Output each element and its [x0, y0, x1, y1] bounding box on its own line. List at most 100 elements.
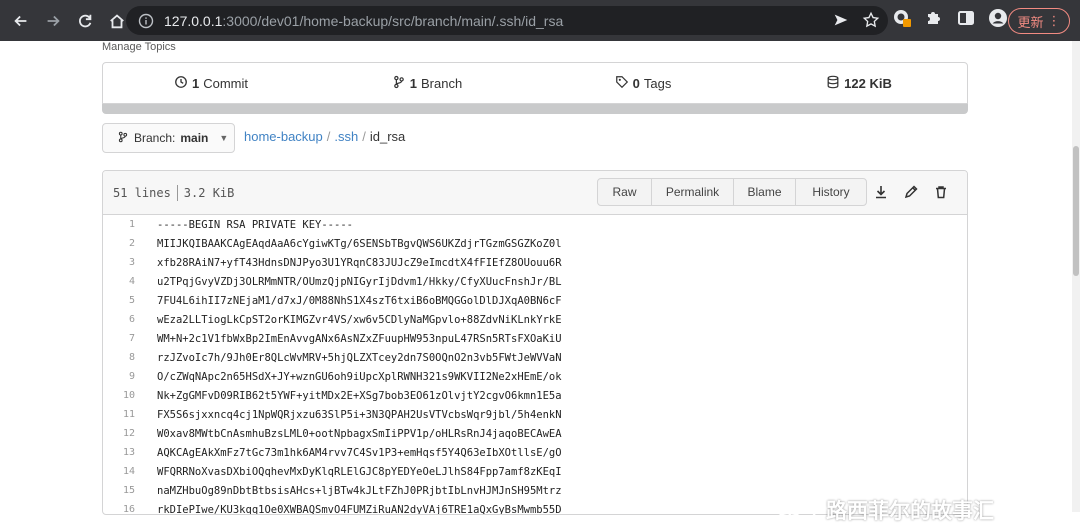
- bookmark-star-icon[interactable]: [862, 11, 880, 32]
- code-line: 4 u2TPqjGvyVZDj3OLRMmNTR/OUmzQjpNIGyrIjDd…: [103, 272, 967, 291]
- breadcrumb-separator: /: [362, 129, 366, 144]
- permalink-button[interactable]: Permalink: [652, 179, 734, 205]
- repo-size: 122 KiB: [844, 75, 892, 91]
- delete-trash-icon[interactable]: [933, 184, 949, 205]
- file-actions: [873, 184, 949, 205]
- breadcrumb-repo[interactable]: home-backup: [244, 129, 323, 144]
- language-stats-bar[interactable]: [102, 104, 968, 114]
- line-content: MIIJKQIBAAKCAgEAqdAaA6cYgiwKTg/6SENSbTBg…: [157, 237, 562, 250]
- manage-topics-link[interactable]: Manage Topics: [102, 41, 176, 53]
- line-content: O/cZWqNApc2n65HSdX+JY+wznGU6oh9iUpcXplRW…: [157, 370, 562, 383]
- repo-page: Manage Topics 1 Commit 1 Branch 0 Tags 1…: [0, 41, 1080, 523]
- forward-icon[interactable]: [38, 6, 68, 36]
- line-number[interactable]: 11: [103, 409, 135, 420]
- breadcrumb-separator: /: [326, 129, 331, 144]
- profile-avatar-icon[interactable]: [988, 8, 1008, 33]
- meta-divider: [176, 184, 178, 201]
- git-branch-icon: [117, 131, 129, 146]
- code-line: 7 WM+N+2c1V1fbWxBp2ImEnAvvgANx6AsNZxZFuup…: [103, 329, 967, 348]
- line-number[interactable]: 8: [103, 352, 135, 363]
- reload-icon[interactable]: [70, 6, 100, 36]
- file-size: 3.2 KiB: [183, 185, 235, 200]
- branches-stat[interactable]: 1 Branch: [319, 75, 535, 92]
- tags-count: 0: [632, 75, 640, 91]
- line-content: W0xav8MWtbCnAsmhuBzsLML0+ootNpbagxSmIiPP…: [157, 427, 562, 440]
- line-number[interactable]: 2: [103, 238, 135, 249]
- line-number[interactable]: 4: [103, 276, 135, 287]
- line-content: WM+N+2c1V1fbWxBp2ImEnAvvgANx6AsNZxZFuupH…: [157, 332, 562, 345]
- line-content: xfb28RAiN7+yfT43HdnsDNJPyo3U1YRqnC83JUJc…: [157, 256, 562, 269]
- update-button[interactable]: 更新 ⋮: [1008, 8, 1070, 34]
- dropdown-caret-icon: ▼: [219, 133, 229, 143]
- code-line: 12 W0xav8MWtbCnAsmhuBzsLML0+ootNpbagxSmIi…: [103, 424, 967, 443]
- tags-stat[interactable]: 0 Tags: [535, 75, 751, 92]
- breadcrumb-file: id_rsa: [369, 129, 406, 144]
- tag-icon: [615, 75, 629, 92]
- code-line: 13 AQKCAgEAkXmFz7tGc73m1hk6AM4rvv7C4Sv1P3…: [103, 443, 967, 462]
- line-number[interactable]: 14: [103, 466, 135, 477]
- repo-stats-bar: 1 Commit 1 Branch 0 Tags 122 KiB: [102, 62, 968, 104]
- browser-toolbar: 127.0.0.1:3000/dev01/home-backup/src/bra…: [0, 0, 1080, 41]
- database-icon: [826, 75, 840, 92]
- code-line: 5 7FU4L6ihII7zNEjaM1/d7xJ/0M88NhS1X4szT6t…: [103, 291, 967, 310]
- line-content: rzJZvoIc7h/9Jh0Er8QLcWvMRV+5hjQLZXTcey2d…: [157, 351, 562, 364]
- puzzle-extensions-icon[interactable]: [924, 8, 944, 33]
- file-button-group: Raw Permalink Blame History: [597, 178, 867, 206]
- branch-prefix: Branch:: [134, 131, 176, 145]
- address-bar[interactable]: 127.0.0.1:3000/dev01/home-backup/src/bra…: [126, 6, 888, 35]
- branch-name: main: [180, 131, 209, 145]
- line-content: wEza2LLTiogLkCpST2orKIMGZvr4VS/xw6v5CDly…: [157, 313, 562, 326]
- code-line: 3 xfb28RAiN7+yfT43HdnsDNJPyo3U1YRqnC83JUJ…: [103, 253, 967, 272]
- back-icon[interactable]: [6, 6, 36, 36]
- commits-label: Commit: [203, 75, 248, 91]
- line-number[interactable]: 15: [103, 485, 135, 496]
- blame-button[interactable]: Blame: [734, 179, 796, 205]
- size-stat: 122 KiB: [751, 75, 967, 92]
- page-scrollbar[interactable]: [1072, 41, 1080, 512]
- line-content: 7FU4L6ihII7zNEjaM1/d7xJ/0M88NhS1X4szT6tx…: [157, 294, 562, 307]
- site-info-icon[interactable]: [138, 13, 154, 29]
- line-number[interactable]: 3: [103, 257, 135, 268]
- extension-icon[interactable]: [892, 8, 912, 33]
- more-vert-icon: ⋮: [1047, 13, 1061, 28]
- wechat-icon: [770, 489, 820, 531]
- file-header: 51 lines 3.2 KiB Raw Permalink Blame His…: [103, 171, 967, 215]
- file-meta: 51 lines 3.2 KiB: [113, 184, 235, 201]
- history-button[interactable]: History: [796, 179, 866, 205]
- file-viewer: 51 lines 3.2 KiB Raw Permalink Blame His…: [102, 170, 968, 515]
- line-content: AQKCAgEAkXmFz7tGc73m1hk6AM4rvv7C4Sv1P3+e…: [157, 446, 562, 459]
- line-number[interactable]: 16: [103, 504, 135, 514]
- raw-button[interactable]: Raw: [598, 179, 652, 205]
- line-number[interactable]: 10: [103, 390, 135, 401]
- line-content: rkDIePIwe/KU3kqq1Oe0XWBAQSmvO4FUMZiRuAN2…: [157, 503, 562, 515]
- line-content: naMZHbuOg89nDbtBtbsisAHcs+ljBTw4kJLtFZhJ…: [157, 484, 562, 497]
- breadcrumb: home-backup / .ssh / id_rsa: [244, 129, 405, 144]
- url-host: 127.0.0.1: [164, 12, 223, 29]
- branches-count: 1: [409, 75, 418, 91]
- line-content: u2TPqjGvyVZDj3OLRMmNTR/OUmzQjpNIGyrIjDdv…: [157, 275, 562, 288]
- line-number[interactable]: 12: [103, 428, 135, 439]
- code-line: 9 O/cZWqNApc2n65HSdX+JY+wznGU6oh9iUpcXplR…: [103, 367, 967, 386]
- send-icon[interactable]: [832, 11, 850, 32]
- line-number[interactable]: 5: [103, 295, 135, 306]
- side-panel-icon[interactable]: [956, 8, 976, 33]
- download-icon[interactable]: [873, 184, 889, 205]
- line-number[interactable]: 1: [103, 219, 135, 230]
- branch-selector[interactable]: Branch: main ▼: [102, 123, 235, 153]
- watermark-text: 路西菲尔的故事汇: [826, 500, 994, 523]
- code-line: 2 MIIJKQIBAAKCAgEAqdAaA6cYgiwKTg/6SENSbTB…: [103, 234, 967, 253]
- line-number[interactable]: 6: [103, 314, 135, 325]
- breadcrumb-dir[interactable]: .ssh: [334, 129, 358, 144]
- tags-label: Tags: [643, 75, 672, 91]
- scrollbar-thumb[interactable]: [1073, 146, 1079, 276]
- line-content: Nk+ZgGMFvD09RIB62t5YWF+yitMDx2E+XSg7bob3…: [157, 389, 562, 402]
- git-branch-icon: [392, 75, 406, 92]
- edit-pencil-icon[interactable]: [903, 184, 919, 205]
- line-number[interactable]: 9: [103, 371, 135, 382]
- commits-stat[interactable]: 1 Commit: [103, 75, 319, 92]
- code-line: 14 WFQRRNoXvasDXbiOQqhevMxDyKlqRLElGJC8pY…: [103, 462, 967, 481]
- line-content: FX5S6sjxxncq4cj1NpWQRjxzu63SlP5i+3N3QPAH…: [157, 408, 562, 421]
- code-line: 8 rzJZvoIc7h/9Jh0Er8QLcWvMRV+5hjQLZXTcey2…: [103, 348, 967, 367]
- line-number[interactable]: 7: [103, 333, 135, 344]
- line-number[interactable]: 13: [103, 447, 135, 458]
